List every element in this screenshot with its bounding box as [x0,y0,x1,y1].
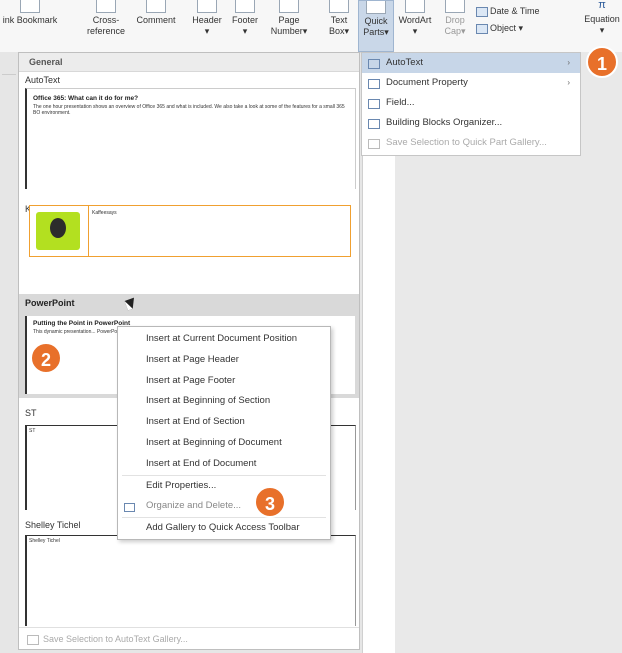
quick-parts-icon [366,1,386,14]
ctx-add-gallery-qat[interactable]: Add Gallery to Quick Access Toolbar [118,518,330,539]
entry-body: The one hour presentation shows an overv… [33,104,345,116]
ctx-insert-beginning-section[interactable]: Insert at Beginning of Section [118,391,330,412]
comment-icon [146,0,166,13]
quick-parts-button[interactable]: Quick Parts▾ [358,0,394,52]
ctx-insert-page-header[interactable]: Insert at Page Header [118,350,330,371]
cross-reference-button[interactable]: Cross- reference [84,0,128,50]
menu-item-autotext[interactable]: AutoText › [362,53,580,73]
menu-item-building-blocks[interactable]: Building Blocks Organizer... [362,113,580,133]
menu-item-field[interactable]: Field... [362,93,580,113]
left-margin [0,52,18,653]
page-number-icon [279,0,299,13]
field-icon [368,99,380,109]
menu-item-save-selection[interactable]: Save Selection to Quick Part Gallery... [362,133,580,153]
object-button[interactable]: Object ▾ [476,23,556,34]
kaffeesays-entry[interactable]: Kaffeesays [29,205,351,257]
pi-icon: π [598,0,606,11]
ribbon: ink Bookmark Cross- reference Comment He… [0,0,622,53]
save-selection-autotext[interactable]: Save Selection to AutoText Gallery... [19,627,359,649]
footer-button[interactable]: Footer ▾ [228,0,262,50]
footer-icon [235,0,255,13]
date-object-group: Date & Time Object ▾ [476,0,556,50]
building-blocks-icon [368,119,380,129]
cross-reference-icon [96,0,116,13]
header-button[interactable]: Header ▾ [190,0,224,50]
organize-icon [124,503,135,513]
submenu-arrow-icon: › [567,58,570,67]
ctx-insert-end-section[interactable]: Insert at End of Section [118,412,330,433]
autotext-icon [368,59,380,69]
text-box-button[interactable]: Text Box▾ [322,0,356,50]
text-box-icon [329,0,349,13]
save-icon [27,634,39,645]
category-powerpoint: PowerPoint [19,294,359,312]
menu-item-document-property[interactable]: Document Property › [362,73,580,93]
calendar-icon [476,6,488,17]
step-badge-2: 2 [30,342,62,374]
context-menu: Insert at Current Document Position Inse… [117,326,331,540]
ruler-marks [2,74,16,155]
quick-parts-menu: AutoText › Document Property › Field... … [361,52,581,156]
kaffee-logo-image [36,212,80,250]
ctx-edit-properties[interactable]: Edit Properties... [118,476,330,497]
bookmark-icon [20,0,40,13]
entry-title: Office 365: What can it do for me? [33,95,139,102]
comment-button[interactable]: Comment [130,0,182,50]
step-badge-3: 3 [254,486,286,518]
ctx-insert-page-footer[interactable]: Insert at Page Footer [118,371,330,392]
page-number-button[interactable]: Page Number▾ [266,0,312,50]
gallery-header: General [19,53,359,72]
drop-cap-icon [445,0,465,13]
ctx-insert-end-document[interactable]: Insert at End of Document [118,454,330,475]
equation-button[interactable]: π Equation ▾ [582,0,622,50]
category-shelley: Shelley Tichel [25,520,81,530]
drop-cap-button[interactable]: Drop Cap▾ [438,0,472,50]
wordart-button[interactable]: WordArt ▾ [394,0,436,50]
date-time-button[interactable]: Date & Time [476,6,556,17]
ctx-organize-delete[interactable]: Organize and Delete... [118,496,330,517]
submenu-arrow-icon: › [567,78,570,87]
shelley-entry[interactable]: Shelley Tichel [25,535,356,626]
ctx-insert-beginning-document[interactable]: Insert at Beginning of Document [118,433,330,454]
autotext-entry[interactable]: Office 365: What can it do for me? The o… [25,88,356,189]
category-autotext: AutoText [25,75,61,85]
document-property-icon [368,79,380,89]
bookmark-button[interactable]: ink Bookmark [2,0,58,50]
save-selection-icon [368,139,380,149]
category-st: ST [25,408,37,418]
step-badge-1: 1 [586,46,618,78]
ctx-insert-current-position[interactable]: Insert at Current Document Position [118,329,330,350]
wordart-icon [405,0,425,13]
header-icon [197,0,217,13]
object-icon [476,23,488,34]
kaffee-entry-name: Kaffeesays [92,210,117,216]
